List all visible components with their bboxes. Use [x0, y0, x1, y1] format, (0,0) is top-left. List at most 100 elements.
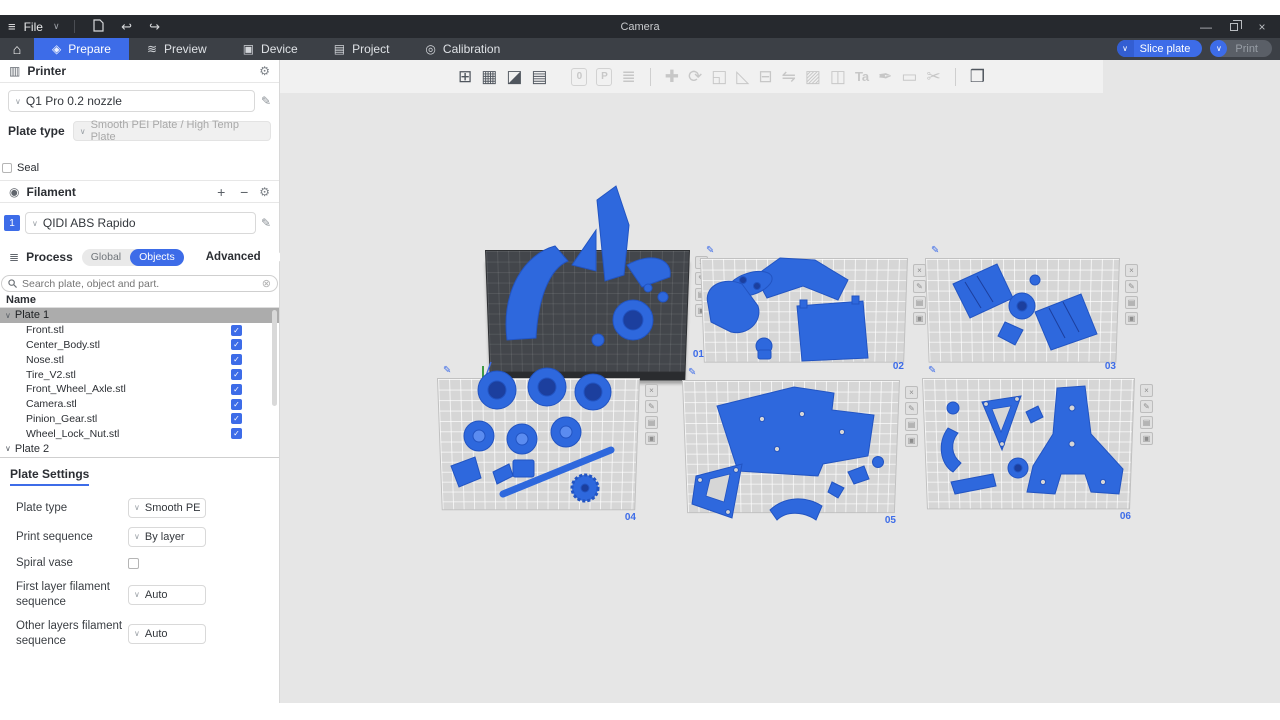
- file-menu-chevron-icon[interactable]: ∨: [53, 21, 60, 32]
- object-visible-checkbox[interactable]: [231, 384, 242, 395]
- add-plate-icon[interactable]: ▦: [481, 68, 497, 85]
- edit-filament-preset-icon[interactable]: ✎: [261, 216, 271, 230]
- filament-preset-select[interactable]: ∨ QIDI ABS Rapido: [25, 212, 256, 234]
- first-layer-sequence-select[interactable]: ∨ Auto: [128, 585, 206, 605]
- seal-checkbox[interactable]: [2, 163, 12, 173]
- rename-plate-icon[interactable]: ✎: [688, 367, 696, 378]
- object-row[interactable]: Front_Wheel_Axle.stl: [0, 382, 279, 397]
- variable-layer-height-icon[interactable]: ≣: [621, 68, 635, 85]
- edit-printer-preset-icon[interactable]: ✎: [261, 94, 271, 108]
- plate-settings-icon[interactable]: ▤: [1140, 416, 1153, 429]
- build-plate-4[interactable]: ✎ × ✎ ▤ ▣: [437, 378, 640, 521]
- object-row[interactable]: Center_Body.stl: [0, 338, 279, 353]
- plate-bed[interactable]: [925, 258, 1120, 363]
- clear-search-icon[interactable]: ⊗: [262, 277, 271, 290]
- minimize-button[interactable]: —: [1192, 15, 1220, 38]
- home-button[interactable]: ⌂: [0, 38, 34, 60]
- collapse-icon[interactable]: ∨: [5, 311, 11, 320]
- rename-plate-icon[interactable]: ✎: [706, 245, 714, 256]
- build-plate-1[interactable]: × ✎ ▤ ▣: [485, 250, 690, 382]
- lock-plate-icon[interactable]: ▣: [645, 432, 658, 445]
- segment-global[interactable]: Global: [82, 251, 130, 263]
- object-visible-checkbox[interactable]: [231, 399, 242, 410]
- file-menu[interactable]: File: [24, 20, 43, 34]
- plate-settings-icon[interactable]: ▤: [905, 418, 918, 431]
- plate-label[interactable]: 03: [1105, 361, 1116, 372]
- plate-type-setting-select[interactable]: ∨ Smooth PEI ...: [128, 498, 206, 518]
- print-dropdown-icon[interactable]: ∨: [1210, 40, 1227, 57]
- plate-label[interactable]: 04: [625, 512, 636, 523]
- build-plate-6[interactable]: ✎ × ✎ ▤ ▣: [922, 378, 1135, 520]
- edit-plate-icon[interactable]: ✎: [905, 402, 918, 415]
- object-visible-checkbox[interactable]: [231, 413, 242, 424]
- copy-icon[interactable]: 0: [571, 68, 587, 86]
- object-visible-checkbox[interactable]: [231, 369, 242, 380]
- object-visible-checkbox[interactable]: [231, 428, 242, 439]
- edit-plate-icon[interactable]: ✎: [1140, 400, 1153, 413]
- tab-project[interactable]: ▤ Project: [316, 38, 408, 60]
- object-visible-checkbox[interactable]: [231, 354, 242, 365]
- bed-type-select[interactable]: ∨ Smooth PEI Plate / High Temp Plate: [73, 121, 271, 141]
- plate-bed[interactable]: [700, 258, 908, 363]
- object-row[interactable]: Pinion_Gear.stl: [0, 412, 279, 427]
- tab-calibration[interactable]: ◎ Calibration: [407, 38, 518, 60]
- measure-icon[interactable]: ▭: [901, 68, 917, 85]
- auto-orient-icon[interactable]: ◪: [506, 68, 522, 85]
- other-layers-sequence-select[interactable]: ∨ Auto: [128, 624, 206, 644]
- split-to-objects-icon[interactable]: ◫: [830, 68, 846, 85]
- printer-settings-gear-icon[interactable]: ⚙: [259, 64, 270, 78]
- delete-plate-icon[interactable]: ×: [1140, 384, 1153, 397]
- remove-filament-button[interactable]: −: [236, 184, 252, 200]
- plate-bed[interactable]: [437, 378, 640, 510]
- plate-bed[interactable]: [485, 250, 690, 372]
- plate-settings-icon[interactable]: ▤: [1125, 296, 1138, 309]
- lock-plate-icon[interactable]: ▣: [1140, 432, 1153, 445]
- save-project-icon[interactable]: [89, 19, 109, 35]
- edit-plate-icon[interactable]: ✎: [645, 400, 658, 413]
- object-row[interactable]: Camera.stl: [0, 397, 279, 412]
- restore-button[interactable]: [1220, 15, 1248, 38]
- lock-plate-icon[interactable]: ▣: [1125, 312, 1138, 325]
- plate-bed[interactable]: [922, 378, 1135, 509]
- text-tool-icon[interactable]: Ta: [855, 70, 869, 83]
- arrange-icon[interactable]: ▤: [531, 68, 547, 85]
- menu-icon[interactable]: ≡: [8, 19, 16, 34]
- rename-plate-icon[interactable]: ✎: [443, 365, 451, 376]
- close-button[interactable]: ×: [1248, 15, 1276, 38]
- plate-label[interactable]: 02: [893, 361, 904, 372]
- edit-plate-icon[interactable]: ✎: [1125, 280, 1138, 293]
- segment-objects[interactable]: Objects: [130, 249, 184, 266]
- slice-plate-button[interactable]: ∨ Slice plate: [1117, 40, 1203, 57]
- object-visible-checkbox[interactable]: [231, 339, 242, 350]
- rotate-icon[interactable]: ⟳: [688, 68, 702, 85]
- mirror-icon[interactable]: ⇋: [782, 68, 796, 85]
- delete-plate-icon[interactable]: ×: [1125, 264, 1138, 277]
- color-painting-icon[interactable]: ✒: [878, 68, 892, 85]
- add-object-icon[interactable]: ⊞: [458, 68, 472, 85]
- plate-1-row[interactable]: ∨ Plate 1: [0, 308, 279, 323]
- tab-preview[interactable]: ≋ Preview: [129, 38, 225, 60]
- tab-prepare[interactable]: ◈ Prepare: [34, 38, 129, 60]
- tab-device[interactable]: ▣ Device: [225, 38, 316, 60]
- object-row[interactable]: Wheel_Lock_Nut.stl: [0, 426, 279, 441]
- move-icon[interactable]: ✚: [665, 68, 679, 85]
- scale-icon[interactable]: ◱: [711, 68, 727, 85]
- rename-plate-icon[interactable]: ✎: [928, 365, 936, 376]
- add-filament-button[interactable]: +: [213, 184, 229, 200]
- search-input[interactable]: [22, 278, 257, 290]
- collapse-icon[interactable]: ∨: [5, 444, 11, 453]
- object-row[interactable]: Nose.stl: [0, 352, 279, 367]
- slice-dropdown-icon[interactable]: ∨: [1117, 40, 1134, 57]
- viewport-3d[interactable]: ⊞ ▦ ◪ ▤ 0 P ≣ ✚ ⟳ ◱ ◺ ⊟ ⇋ ▨ ◫ Ta ✒ ▭ ✂ ❒: [280, 60, 1280, 703]
- printer-preset-select[interactable]: ∨ Q1 Pro 0.2 nozzle: [8, 90, 255, 112]
- fill-color-icon[interactable]: ▨: [805, 68, 821, 85]
- spiral-vase-checkbox[interactable]: [128, 558, 139, 569]
- lock-plate-icon[interactable]: ▣: [905, 434, 918, 447]
- assembly-view-icon[interactable]: ❒: [970, 68, 985, 85]
- object-visible-checkbox[interactable]: [231, 325, 242, 336]
- filament-slot-badge[interactable]: 1: [4, 215, 20, 231]
- redo-icon[interactable]: ↪: [145, 19, 165, 35]
- plate-bed[interactable]: [682, 380, 900, 513]
- undo-icon[interactable]: ↩: [117, 19, 137, 35]
- build-plate-5[interactable]: ✎ × ✎ ▤ ▣: [682, 380, 900, 524]
